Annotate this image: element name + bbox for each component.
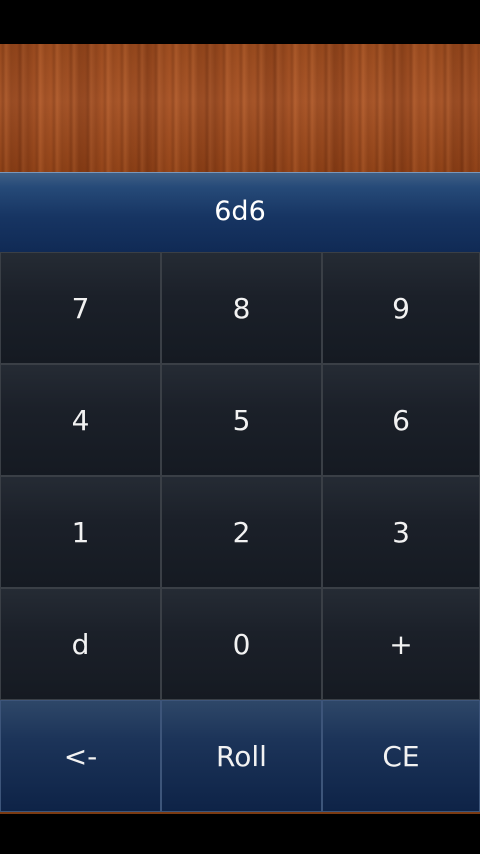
key-plus[interactable]: + bbox=[322, 588, 480, 700]
roll-button[interactable]: Roll bbox=[161, 700, 322, 812]
key-5[interactable]: 5 bbox=[161, 364, 322, 476]
key-7[interactable]: 7 bbox=[0, 252, 161, 364]
key-8[interactable]: 8 bbox=[161, 252, 322, 364]
status-bar bbox=[0, 0, 480, 44]
key-0[interactable]: 0 bbox=[161, 588, 322, 700]
key-2[interactable]: 2 bbox=[161, 476, 322, 588]
wood-dice-tray bbox=[0, 44, 480, 173]
dice-roller-screen: 6d6 7 8 9 4 5 6 1 2 3 d 0 + <- Roll CE bbox=[0, 0, 480, 854]
key-4[interactable]: 4 bbox=[0, 364, 161, 476]
expression-display: 6d6 bbox=[0, 172, 480, 252]
expression-text: 6d6 bbox=[214, 196, 266, 227]
bottom-bar bbox=[0, 812, 480, 854]
key-9[interactable]: 9 bbox=[322, 252, 480, 364]
key-d[interactable]: d bbox=[0, 588, 161, 700]
backspace-button[interactable]: <- bbox=[0, 700, 161, 812]
clear-entry-button[interactable]: CE bbox=[322, 700, 480, 812]
key-6[interactable]: 6 bbox=[322, 364, 480, 476]
keypad: 7 8 9 4 5 6 1 2 3 d 0 + <- Roll CE bbox=[0, 252, 480, 812]
key-1[interactable]: 1 bbox=[0, 476, 161, 588]
key-3[interactable]: 3 bbox=[322, 476, 480, 588]
